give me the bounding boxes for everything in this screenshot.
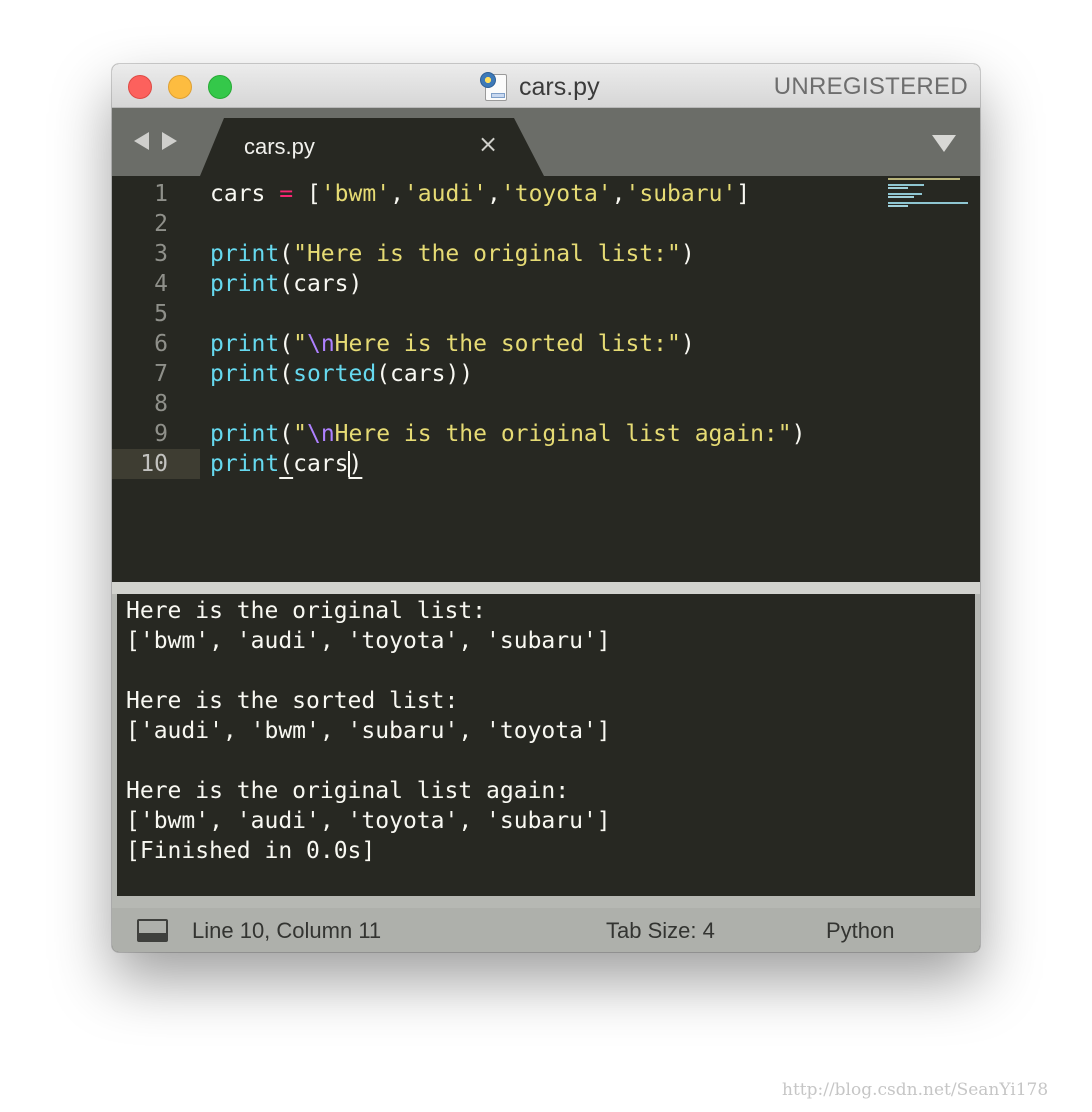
line-number: 9 — [154, 421, 168, 447]
chevron-right-icon[interactable] — [162, 132, 177, 150]
line-number: 6 — [154, 331, 168, 357]
minimap-line — [888, 178, 960, 180]
minimap-line — [888, 196, 914, 198]
tab-bar: cars.py × — [112, 108, 980, 176]
minimap-line — [888, 193, 922, 195]
minimap-line — [888, 187, 908, 189]
panel-toggle-icon[interactable] — [137, 919, 168, 942]
minimap-line — [888, 205, 908, 207]
window-title: cars.py — [519, 72, 600, 101]
license-label: UNREGISTERED — [773, 73, 968, 100]
close-icon[interactable]: × — [478, 132, 498, 156]
line-number: 4 — [154, 271, 168, 297]
code-line[interactable]: cars = ['bwm','audi','toyota','subaru'] — [210, 179, 750, 209]
code-line[interactable]: print("\nHere is the original list again… — [210, 419, 806, 449]
output-line: ['bwm', 'audi', 'toyota', 'subaru'] — [126, 628, 611, 654]
editor-window: cars.py UNREGISTERED cars.py × 1 2 3 4 5… — [112, 64, 980, 952]
finished-line: [Finished in 0.0s] — [126, 838, 376, 864]
output-line: Here is the original list: — [126, 598, 487, 624]
minimap-line — [888, 202, 968, 204]
line-number: 7 — [154, 361, 168, 387]
title-bar[interactable]: cars.py UNREGISTERED — [112, 64, 980, 108]
close-window-button[interactable] — [128, 75, 152, 99]
minimap-line — [888, 184, 924, 186]
code-line[interactable]: print(sorted(cars)) — [210, 359, 473, 389]
tab-label: cars.py — [244, 134, 315, 159]
output-line: ['bwm', 'audi', 'toyota', 'subaru'] — [126, 808, 611, 834]
cursor-position[interactable]: Line 10, Column 11 — [192, 918, 381, 944]
build-output-panel: Here is the original list: ['bwm', 'audi… — [112, 594, 980, 908]
active-line-number: 10 — [112, 449, 200, 479]
line-number-gutter: 1 2 3 4 5 6 7 8 9 10 — [112, 176, 200, 582]
panel-divider[interactable] — [112, 582, 980, 594]
python-file-icon — [480, 72, 510, 102]
output-line: ['audi', 'bwm', 'subaru', 'toyota'] — [126, 718, 611, 744]
watermark: http://blog.csdn.net/SeanYi178 — [782, 1080, 1049, 1100]
chevron-left-icon[interactable] — [134, 132, 149, 150]
tab-size-selector[interactable]: Tab Size: 4 — [606, 918, 715, 944]
minimap[interactable] — [888, 178, 974, 218]
line-number: 2 — [154, 211, 168, 237]
code-editor[interactable]: 1 2 3 4 5 6 7 8 9 10 cars = ['bwm','audi… — [112, 176, 980, 582]
line-number: 3 — [154, 241, 168, 267]
zoom-window-button[interactable] — [208, 75, 232, 99]
build-output[interactable]: Here is the original list: ['bwm', 'audi… — [117, 594, 975, 896]
output-line: Here is the sorted list: — [126, 688, 459, 714]
dropdown-triangle-icon[interactable] — [932, 135, 956, 152]
minimize-window-button[interactable] — [168, 75, 192, 99]
code-line[interactable]: print(cars) — [210, 449, 362, 479]
tab-cars-py[interactable]: cars.py × — [200, 118, 544, 176]
output-line: Here is the original list again: — [126, 778, 570, 804]
line-number: 8 — [154, 391, 168, 417]
code-line[interactable]: print(cars) — [210, 269, 362, 299]
code-line[interactable]: print("\nHere is the sorted list:") — [210, 329, 695, 359]
window-title-group: cars.py — [480, 71, 600, 103]
code-line[interactable]: print("Here is the original list:") — [210, 239, 695, 269]
status-bar: Line 10, Column 11 Tab Size: 4 Python — [112, 908, 980, 952]
line-number: 5 — [154, 301, 168, 327]
syntax-selector[interactable]: Python — [826, 918, 895, 944]
line-number: 1 — [154, 181, 168, 207]
